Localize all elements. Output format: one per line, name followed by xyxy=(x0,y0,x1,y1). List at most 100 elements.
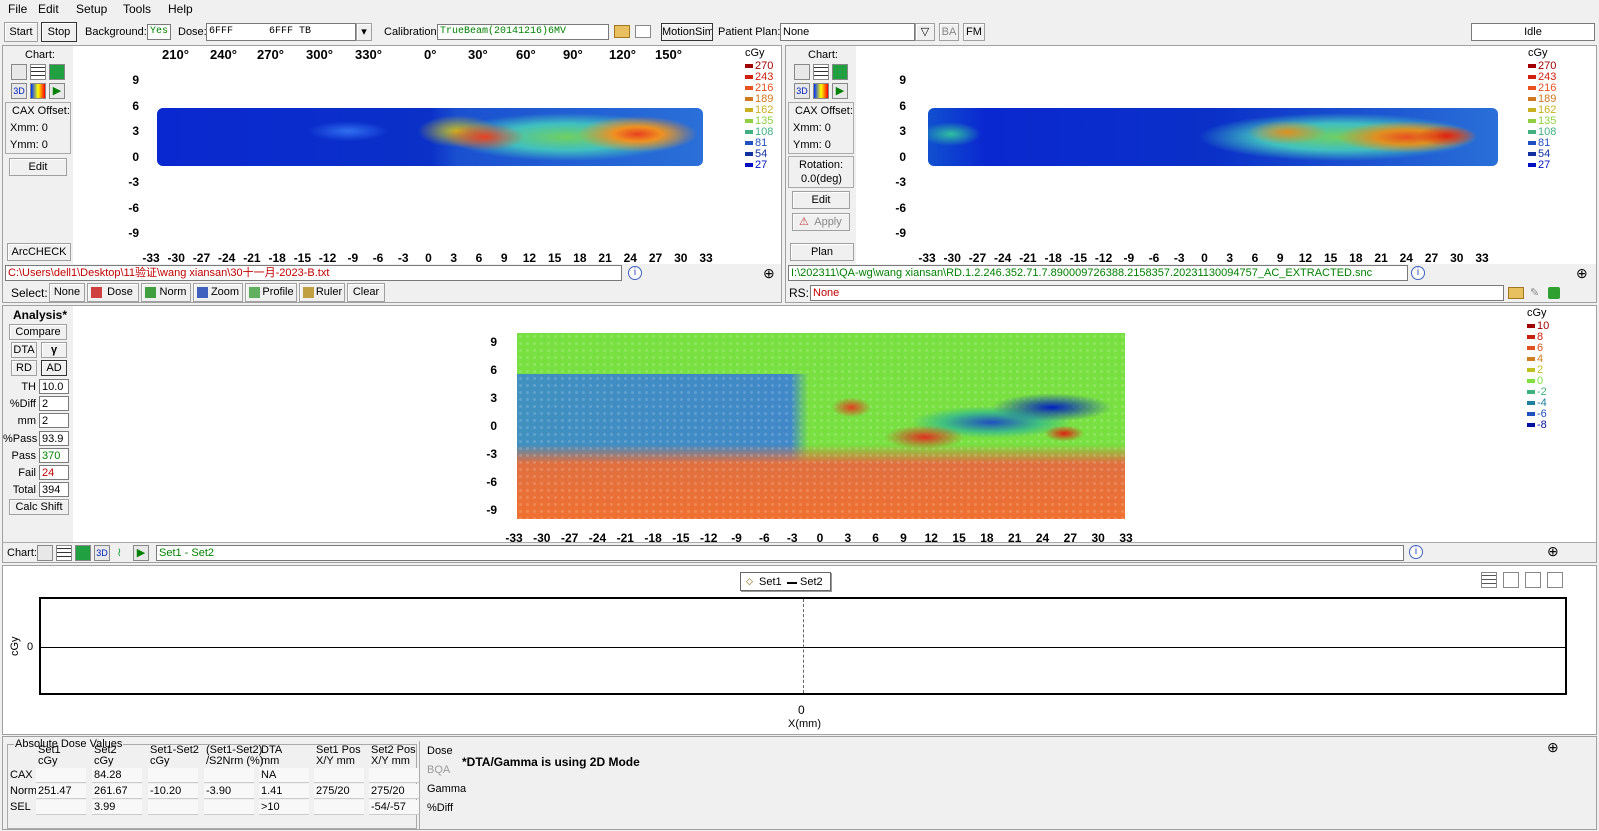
select-dose-label: Dose xyxy=(107,286,133,298)
menu-tools[interactable]: Tools xyxy=(123,3,151,16)
absolute-zoom-icon[interactable]: ⊕ xyxy=(1547,739,1563,755)
analysis-field-value[interactable]: 93.9 xyxy=(39,430,69,446)
right-dose-map[interactable] xyxy=(928,108,1498,166)
select-none-button[interactable]: None xyxy=(49,283,85,302)
3d-icon[interactable]: 3D xyxy=(794,83,810,99)
dta-button[interactable]: DTA xyxy=(11,342,37,358)
grid-icon[interactable] xyxy=(813,64,829,80)
select-ruler-button[interactable]: Ruler xyxy=(299,283,345,302)
analysis-field-value[interactable]: 394 xyxy=(39,482,69,498)
arccheck-button[interactable]: ArcCHECK xyxy=(7,243,71,261)
set-compare-field[interactable]: Set1 - Set2 xyxy=(156,545,1404,561)
select-dose-button[interactable]: Dose xyxy=(87,283,139,302)
analysis-field-value[interactable]: 2 xyxy=(39,413,69,429)
frame-view-icon[interactable] xyxy=(1525,572,1541,588)
3d-icon[interactable]: 3D xyxy=(11,83,27,99)
right-dose-legend-swatch xyxy=(1528,108,1536,113)
apply-button[interactable]: ⚠ Apply xyxy=(792,213,850,231)
menu-edit[interactable]: Edit xyxy=(38,3,59,16)
dose-table-cell: 84.28 xyxy=(92,768,142,783)
select-zoom-button[interactable]: Zoom xyxy=(193,283,243,302)
analysis-field-value[interactable]: 10.0 xyxy=(39,379,69,394)
play-icon[interactable]: ▶ xyxy=(832,83,848,99)
rd-button[interactable]: RD xyxy=(11,360,37,376)
rs-folder-icon[interactable] xyxy=(1508,287,1524,299)
stop-button[interactable]: Stop xyxy=(41,22,77,42)
color-bar-icon[interactable] xyxy=(813,83,829,99)
left-info-icon[interactable]: i xyxy=(628,266,642,280)
chart-settings-icon[interactable] xyxy=(794,64,810,80)
compare-button[interactable]: Compare xyxy=(9,324,67,340)
patient-plan-select[interactable]: None xyxy=(780,23,915,41)
bar-view-icon[interactable] xyxy=(1503,572,1519,588)
gamma-map[interactable] xyxy=(517,333,1125,519)
angle-tick: 300° xyxy=(306,47,333,62)
fit-icon[interactable] xyxy=(75,545,91,561)
3d-icon[interactable]: 3D xyxy=(94,545,110,561)
left-edit-button[interactable]: Edit xyxy=(9,158,67,176)
fm-button[interactable]: FM xyxy=(963,23,985,41)
ba-button[interactable]: BA xyxy=(939,23,959,41)
fit-icon[interactable] xyxy=(49,64,65,80)
left-dose-legend-swatch xyxy=(745,163,753,168)
patient-plan-dropdown-button[interactable]: ▽ xyxy=(915,23,935,41)
select-norm-button[interactable]: Norm xyxy=(141,283,191,302)
fit-icon[interactable] xyxy=(832,64,848,80)
color-bar-icon[interactable] xyxy=(30,83,46,99)
dose-select[interactable]: 6FFF 6FFF TB xyxy=(206,23,356,41)
dose-mode-option[interactable]: %Diff xyxy=(427,802,453,815)
menu-help[interactable]: Help xyxy=(168,3,193,16)
norm-select-icon xyxy=(145,287,156,298)
left-dose-legend-swatch xyxy=(745,119,753,124)
left-x-tick: -21 xyxy=(243,251,261,265)
gamma-legend-item: 6 xyxy=(1527,343,1543,354)
right-info-icon[interactable]: i xyxy=(1411,266,1425,280)
play-icon[interactable]: ▶ xyxy=(49,83,65,99)
start-button[interactable]: Start xyxy=(4,22,38,42)
motionsim-button[interactable]: MotionSim xyxy=(661,23,713,41)
grid-icon[interactable] xyxy=(56,545,72,561)
analysis-info-icon[interactable]: i xyxy=(1409,545,1423,559)
profile-plot[interactable] xyxy=(39,597,1567,695)
menu-file[interactable]: File xyxy=(8,3,27,16)
image-view-icon[interactable] xyxy=(1547,572,1563,588)
chart-settings-icon[interactable] xyxy=(11,64,27,80)
dose-mode-option[interactable]: BQA xyxy=(427,764,450,777)
right-edit-button[interactable]: Edit xyxy=(792,191,850,209)
angle-tick: 120° xyxy=(609,47,636,62)
right-file-path[interactable]: I:\202311\QA-wg\wang xiansan\RD.1.2.246.… xyxy=(788,265,1408,281)
menu-setup[interactable]: Setup xyxy=(76,3,107,16)
analysis-field-value[interactable]: 24 xyxy=(39,465,69,480)
plan-button[interactable]: Plan xyxy=(790,243,854,261)
select-profile-button[interactable]: Profile xyxy=(245,283,297,302)
right-zoom-icon[interactable]: ⊕ xyxy=(1576,265,1592,281)
dose-dropdown-button[interactable]: ▾ xyxy=(356,23,372,41)
left-zoom-icon[interactable]: ⊕ xyxy=(763,265,779,281)
analysis-field-value[interactable]: 370 xyxy=(39,447,69,463)
play-icon[interactable]: ▶ xyxy=(133,545,149,561)
dose-table-header-unit: cGy xyxy=(150,755,170,767)
dose-mode-option[interactable]: Gamma xyxy=(427,783,466,796)
calibration-field[interactable]: TrueBeam(20141216)6MV xyxy=(437,24,609,40)
calc-shift-button[interactable]: Calc Shift xyxy=(9,499,69,515)
chart-settings-icon[interactable] xyxy=(37,545,53,561)
rs-lock-icon[interactable] xyxy=(1548,287,1560,299)
analysis-field-value[interactable]: 2 xyxy=(39,396,69,412)
folder-open-icon[interactable] xyxy=(614,25,630,38)
rs-pen-icon[interactable]: ✎ xyxy=(1530,287,1544,299)
wave-icon[interactable]: ≀ xyxy=(117,545,122,559)
gamma-legend-swatch xyxy=(1527,412,1535,417)
calibration-extra-field[interactable] xyxy=(635,25,651,38)
left-dose-map[interactable] xyxy=(157,108,703,166)
background-field[interactable]: Yes xyxy=(147,24,171,40)
left-file-path[interactable]: C:\Users\dell1\Desktop\11验证\wang xiansan… xyxy=(5,265,622,281)
analysis-zoom-icon[interactable]: ⊕ xyxy=(1547,543,1563,559)
gamma-button[interactable]: γ xyxy=(41,342,67,358)
ad-button[interactable]: AD xyxy=(41,360,67,376)
select-clear-button[interactable]: Clear xyxy=(347,283,385,302)
grid-icon[interactable] xyxy=(30,64,46,80)
table-view-icon[interactable] xyxy=(1481,572,1497,588)
rs-field[interactable]: None xyxy=(810,285,1504,301)
dose-mode-option[interactable]: Dose xyxy=(427,745,453,758)
left-dose-legend-swatch xyxy=(745,86,753,91)
